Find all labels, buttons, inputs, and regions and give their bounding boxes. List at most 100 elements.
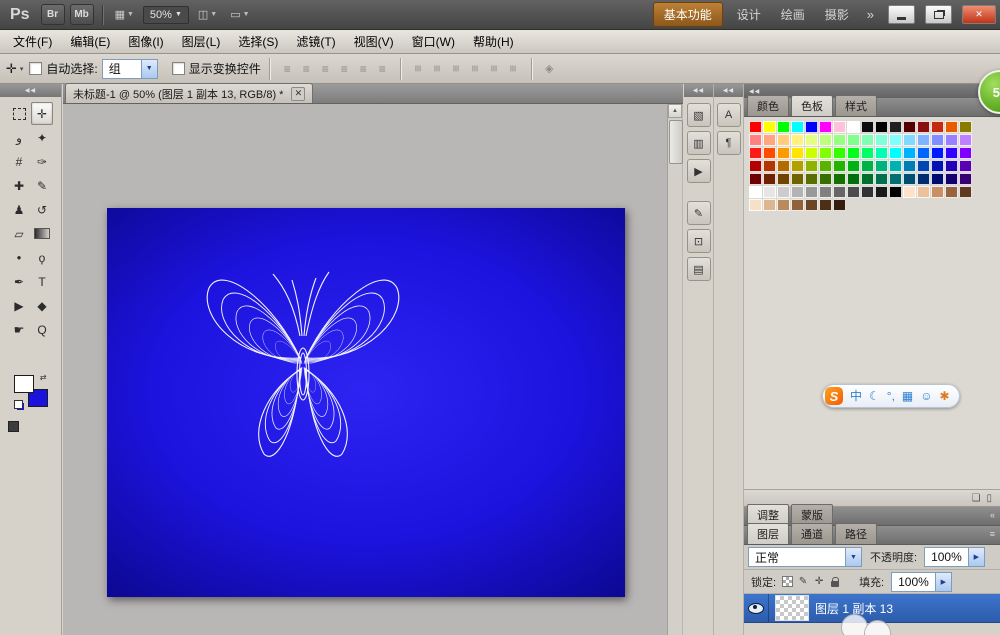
horizontal-type-tool[interactable]: T	[31, 270, 53, 293]
menu-item-8[interactable]: 帮助(H)	[464, 33, 523, 50]
close-button[interactable]: ✕	[962, 5, 996, 24]
workspace-tab-基本功能[interactable]: 基本功能	[653, 2, 723, 27]
color-swatch[interactable]	[833, 121, 846, 133]
color-swatch[interactable]	[875, 134, 888, 146]
color-swatch[interactable]	[889, 134, 902, 146]
color-swatch[interactable]	[791, 199, 804, 211]
color-swatch[interactable]	[763, 134, 776, 146]
color-swatch[interactable]	[791, 121, 804, 133]
color-swatch[interactable]	[749, 160, 762, 172]
keyboard-icon[interactable]: ▦	[902, 390, 913, 402]
workspace-overflow-chevron[interactable]: »	[863, 7, 878, 22]
magic-wand-tool[interactable]: ✦	[31, 126, 53, 149]
color-swatch[interactable]	[889, 173, 902, 185]
color-swatch[interactable]	[875, 121, 888, 133]
color-swatch[interactable]	[917, 186, 930, 198]
minimize-button[interactable]	[888, 5, 915, 24]
screen-mode-dropdown[interactable]: ▭▼	[226, 6, 253, 23]
tools-panel-collapse-bar[interactable]: ◀◀	[0, 84, 61, 97]
auto-select-target-select[interactable]: 组 ▼	[102, 59, 158, 79]
color-swatch[interactable]	[833, 173, 846, 185]
auto-align-layers[interactable]: ◈	[540, 59, 559, 78]
color-swatch[interactable]	[777, 173, 790, 185]
color-swatch[interactable]	[749, 173, 762, 185]
color-swatch[interactable]	[805, 147, 818, 159]
emoticon-icon[interactable]: ☺	[920, 390, 932, 402]
color-swatch[interactable]	[903, 160, 916, 172]
menu-item-6[interactable]: 视图(V)	[345, 33, 403, 50]
tab-swatches[interactable]: 色板	[791, 95, 833, 116]
menu-item-3[interactable]: 图层(L)	[173, 33, 230, 50]
hand-tool[interactable]: ☛	[8, 318, 30, 341]
color-swatch[interactable]	[889, 121, 902, 133]
move-tool[interactable]: ✛	[31, 102, 53, 125]
color-swatch[interactable]	[763, 147, 776, 159]
tab-masks[interactable]: 蒙版	[791, 504, 833, 525]
color-swatch[interactable]	[833, 199, 846, 211]
workspace-tab-摄影[interactable]: 摄影	[819, 3, 855, 26]
tool-preset-picker[interactable]: ✛▾	[6, 61, 23, 77]
color-swatch[interactable]	[889, 160, 902, 172]
color-swatch[interactable]	[777, 199, 790, 211]
color-swatch[interactable]	[945, 186, 958, 198]
crop-tool[interactable]: #	[8, 150, 30, 173]
delete-swatch-icon[interactable]: ▯	[986, 493, 992, 504]
blend-mode-select[interactable]: 正常 ▼	[748, 547, 862, 567]
color-swatch[interactable]	[833, 134, 846, 146]
dock-collapse-bar[interactable]: ◀◀	[714, 84, 743, 97]
vertical-scrollbar[interactable]: ▲	[667, 104, 682, 635]
color-swatch[interactable]	[945, 160, 958, 172]
distribute-right-edges[interactable]: ≡	[504, 59, 523, 78]
eraser-tool[interactable]: ▱	[8, 222, 30, 245]
color-swatch[interactable]	[875, 160, 888, 172]
blur-tool[interactable]: ●	[8, 246, 30, 269]
color-swatch[interactable]	[791, 147, 804, 159]
restore-button[interactable]	[925, 5, 952, 24]
lock-transparent-pixels-icon[interactable]	[780, 575, 794, 589]
menu-item-2[interactable]: 图像(I)	[119, 33, 172, 50]
histogram-panel-icon[interactable]: ▥	[687, 131, 711, 155]
scrollbar-thumb[interactable]	[669, 120, 683, 164]
color-swatch[interactable]	[749, 147, 762, 159]
tab-paths[interactable]: 路径	[835, 523, 877, 544]
view-extras-dropdown[interactable]: ◫▼	[194, 6, 221, 23]
color-swatch[interactable]	[931, 186, 944, 198]
color-swatch[interactable]	[917, 121, 930, 133]
lock-position-icon[interactable]: ✛	[812, 575, 826, 589]
distribute-bottom-edges[interactable]: ≡	[447, 59, 466, 78]
sogou-logo-icon[interactable]: S	[825, 387, 843, 405]
color-swatch[interactable]	[749, 199, 762, 211]
lasso-tool[interactable]: و	[8, 126, 30, 149]
color-swatch[interactable]	[805, 121, 818, 133]
color-swatch[interactable]	[847, 173, 860, 185]
distribute-vertical-centers[interactable]: ≡	[428, 59, 447, 78]
opacity-field[interactable]: 100% ▶	[924, 547, 985, 567]
color-swatch[interactable]	[945, 173, 958, 185]
color-swatch[interactable]	[861, 186, 874, 198]
arrange-documents-dropdown[interactable]: ▦▼	[111, 6, 138, 23]
color-swatch[interactable]	[777, 134, 790, 146]
lock-image-pixels-icon[interactable]: ✎	[796, 575, 810, 589]
tab-adjustments[interactable]: 调整	[747, 504, 789, 525]
layer-comps-panel-icon[interactable]: ▤	[687, 257, 711, 281]
color-swatch[interactable]	[791, 186, 804, 198]
color-swatch[interactable]	[903, 121, 916, 133]
gradient-tool[interactable]	[31, 222, 53, 245]
color-swatch[interactable]	[959, 186, 972, 198]
color-swatch[interactable]	[749, 186, 762, 198]
color-swatch[interactable]	[945, 121, 958, 133]
distribute-horizontal-centers[interactable]: ≡	[485, 59, 504, 78]
color-swatch[interactable]	[861, 173, 874, 185]
color-swatch[interactable]	[875, 186, 888, 198]
color-swatch[interactable]	[847, 121, 860, 133]
menu-item-7[interactable]: 窗口(W)	[403, 33, 464, 50]
zoom-tool[interactable]: Q	[31, 318, 53, 341]
workspace-tab-设计[interactable]: 设计	[731, 3, 767, 26]
new-swatch-icon[interactable]: ❏	[972, 493, 981, 504]
color-swatch[interactable]	[763, 199, 776, 211]
color-swatch[interactable]	[833, 147, 846, 159]
color-swatch[interactable]	[847, 160, 860, 172]
moon-icon[interactable]: ☾	[869, 390, 880, 402]
menu-item-5[interactable]: 滤镜(T)	[287, 33, 344, 50]
clone-source-panel-icon[interactable]: ⊡	[687, 229, 711, 253]
